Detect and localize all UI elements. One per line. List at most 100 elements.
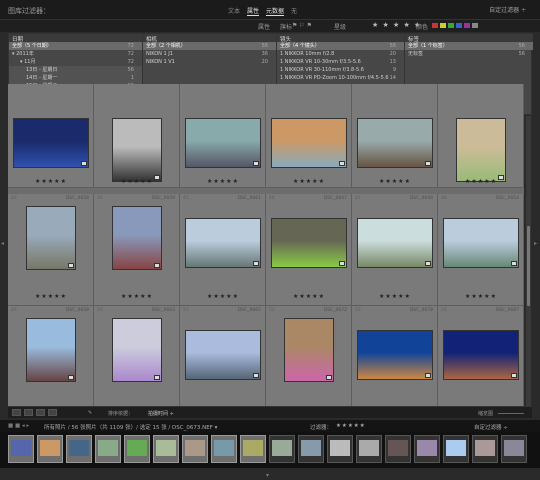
photo-thumbnail[interactable] — [112, 206, 162, 270]
color-swatch-none[interactable] — [472, 23, 478, 28]
filmstrip-frame[interactable] — [8, 435, 34, 463]
photo-cell[interactable]: ★★★★★ — [94, 84, 180, 188]
photo-rating[interactable]: ★★★★★ — [266, 293, 352, 300]
photo-rating[interactable]: ★★★★★ — [8, 178, 94, 185]
photo-rating[interactable]: ★★★★★ — [352, 178, 438, 185]
photo-thumbnail[interactable] — [284, 318, 334, 382]
photo-rating[interactable]: ★★★★★ — [180, 293, 266, 300]
painter-icon[interactable]: ✎ — [88, 410, 92, 416]
photo-cell[interactable]: 43 DSC_0658 ★★★★★ — [8, 194, 94, 306]
photo-thumbnail[interactable] — [443, 218, 519, 268]
photo-rating[interactable]: ★★★★★ — [94, 293, 180, 300]
color-swatch-blue[interactable] — [456, 23, 462, 28]
filter-preset-select[interactable]: 自定过滤器 ÷ — [489, 5, 526, 14]
photo-thumbnail[interactable] — [185, 218, 261, 268]
photo-cell[interactable]: 54DSC_0687★★★★★ — [438, 306, 524, 418]
metadata-row[interactable]: ▾ 11月 72 — [9, 58, 142, 66]
filmstrip-frame[interactable] — [443, 435, 469, 463]
color-swatch-red[interactable] — [432, 23, 438, 28]
filmstrip-rating-filter[interactable]: ★★★★★ — [336, 423, 366, 429]
grid-view-icon[interactable] — [12, 409, 21, 416]
metadata-row[interactable]: 1 NIKKOR VR 10-30mm f/3.5-5.6 13 — [277, 58, 404, 66]
photo-cell[interactable]: 47 DSC_0648 ★★★★★ — [352, 194, 438, 306]
photo-cell[interactable]: ★★★★★ — [352, 84, 438, 188]
photo-thumbnail[interactable] — [271, 118, 347, 168]
photo-thumbnail[interactable] — [456, 118, 506, 182]
filmstrip-frame[interactable] — [124, 435, 150, 463]
column-header[interactable]: 日期 — [9, 34, 142, 43]
photo-cell[interactable]: ★★★★★ — [266, 84, 352, 188]
photo-thumbnail[interactable] — [112, 118, 162, 182]
filmstrip-frame[interactable] — [298, 435, 324, 463]
tab-none[interactable]: 无 — [291, 6, 297, 16]
compare-view-icon[interactable] — [36, 409, 45, 416]
filmstrip-frame[interactable] — [153, 435, 179, 463]
photo-cell[interactable]: 50DSC_0663★★★★★ — [94, 306, 180, 418]
photo-rating[interactable]: ★★★★★ — [352, 293, 438, 300]
color-swatch-purple[interactable] — [464, 23, 470, 28]
metadata-row[interactable]: 1 NIKKOR 10mm f/2.8 20 — [277, 50, 404, 58]
photo-cell[interactable]: 51DSC_0665★★★★★ — [180, 306, 266, 418]
filmstrip-frame[interactable] — [414, 435, 440, 463]
rating-stars-filter[interactable]: ★ ★ ★ ★ ★ — [372, 21, 421, 29]
photo-rating[interactable]: ★★★★★ — [438, 293, 524, 300]
bottom-panel-toggle-icon[interactable]: ▾ — [266, 472, 269, 479]
filmstrip-nav-icon[interactable]: ■ ■ ◂ ▸ — [8, 423, 29, 429]
filmstrip-frame[interactable] — [37, 435, 63, 463]
thumbnail-size-slider[interactable] — [498, 413, 524, 414]
photo-thumbnail[interactable] — [357, 218, 433, 268]
photo-cell[interactable]: ★★★★★ — [8, 84, 94, 188]
photo-thumbnail[interactable] — [13, 118, 89, 168]
photo-rating[interactable]: ★★★★★ — [94, 178, 180, 185]
sort-select[interactable]: 拍摄时间 ÷ — [148, 410, 174, 417]
photo-thumbnail[interactable] — [112, 318, 162, 382]
photo-cell[interactable]: ★★★★★ — [438, 84, 524, 188]
loupe-view-icon[interactable] — [24, 409, 33, 416]
metadata-row[interactable]: ▾ 2011年 72 — [9, 50, 142, 58]
survey-view-icon[interactable] — [48, 409, 57, 416]
photo-cell[interactable]: 46 DSC_0647 ★★★★★ — [266, 194, 352, 306]
filmstrip-frame[interactable] — [182, 435, 208, 463]
column-header[interactable]: 镜头 — [277, 34, 404, 43]
photo-thumbnail[interactable] — [26, 318, 76, 382]
photo-rating[interactable]: ★★★★★ — [180, 178, 266, 185]
filmstrip-frame[interactable] — [66, 435, 92, 463]
filmstrip-preset-select[interactable]: 自定过滤器 ÷ — [474, 423, 508, 431]
photo-thumbnail[interactable] — [443, 330, 519, 380]
photo-thumbnail[interactable] — [357, 330, 433, 380]
photo-rating[interactable]: ★★★★★ — [266, 178, 352, 185]
metadata-row[interactable]: 无标签 56 — [405, 50, 533, 58]
right-panel-toggle-icon[interactable]: ▸ — [534, 240, 537, 247]
metadata-row[interactable]: NIKON 1 J1 36 — [143, 50, 276, 58]
metadata-row[interactable]: 全部（5 个日期） 72 — [9, 42, 142, 50]
metadata-row[interactable]: 全部（1 个标签） 56 — [405, 42, 533, 50]
grid-scrollbar[interactable] — [526, 116, 531, 406]
flag-icon[interactable]: ⚑ ⚐ ⚑ — [292, 22, 312, 29]
metadata-row[interactable]: NIKON 1 V1 20 — [143, 58, 276, 66]
photo-cell[interactable]: 52DSC_0672★★★★★ — [266, 306, 352, 418]
metadata-row[interactable]: 1 NIKKOR VR PD-Zoom 10-100mm f/4.5-5.6 14 — [277, 74, 404, 82]
column-header[interactable]: 相机 — [143, 34, 276, 43]
photo-thumbnail[interactable] — [185, 330, 261, 380]
photo-rating[interactable]: ★★★★★ — [8, 293, 94, 300]
filmstrip-frame[interactable] — [327, 435, 353, 463]
tab-metadata[interactable]: 元数据 — [266, 6, 285, 16]
tab-text[interactable]: 文本 — [228, 6, 240, 16]
filmstrip-frame[interactable] — [269, 435, 295, 463]
filmstrip-frame[interactable] — [472, 435, 498, 463]
photo-cell[interactable]: 53DSC_0678★★★★★ — [352, 306, 438, 418]
left-panel-toggle-icon[interactable]: ◂ — [1, 240, 4, 247]
photo-cell[interactable]: ★★★★★ — [180, 84, 266, 188]
photo-thumbnail[interactable] — [271, 218, 347, 268]
tab-attribute[interactable]: 属性 — [247, 6, 260, 16]
photo-cell[interactable]: 48 DSC_0654 ★★★★★ — [438, 194, 524, 306]
filmstrip-source[interactable]: 所有照片 / 56 张照片（共 1109 张）/ 选定 15 张 / DSC_0… — [44, 423, 217, 431]
photo-thumbnail[interactable] — [26, 206, 76, 270]
metadata-row[interactable]: 13日 - 星期日 56 — [9, 66, 142, 74]
metadata-row[interactable]: 14日 - 星期一 1 — [9, 74, 142, 82]
filmstrip-frame[interactable] — [240, 435, 266, 463]
filmstrip-frame[interactable] — [385, 435, 411, 463]
metadata-row[interactable]: 全部（2 个相机） 56 — [143, 42, 276, 50]
photo-cell[interactable]: 44 DSC_0659 ★★★★★ — [94, 194, 180, 306]
scroll-thumb[interactable] — [527, 226, 530, 306]
